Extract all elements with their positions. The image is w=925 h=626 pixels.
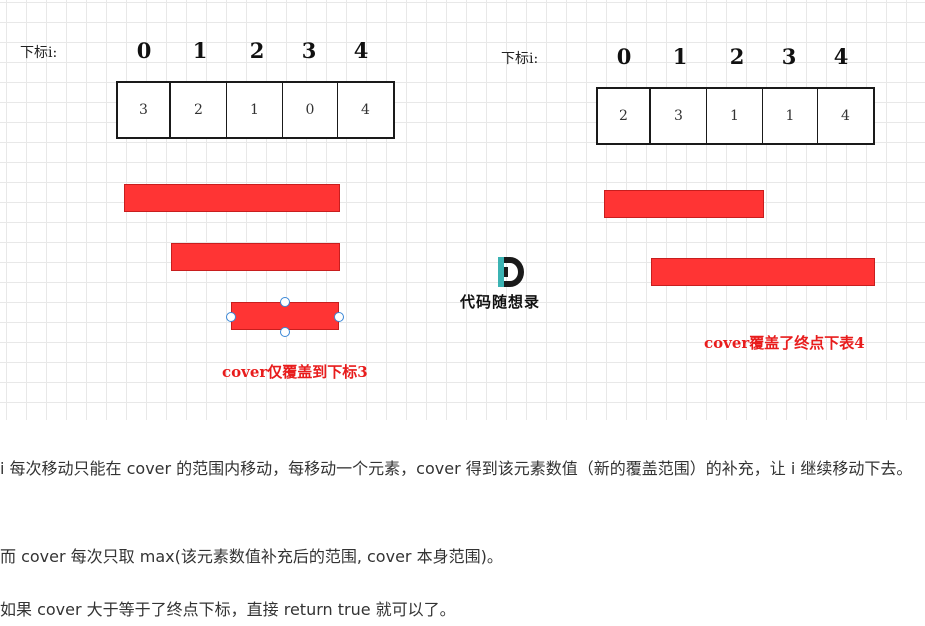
right-index-4: 4 xyxy=(833,44,849,69)
right-array-cell-0: 2 xyxy=(596,87,651,145)
left-array-cell-4: 4 xyxy=(338,81,395,139)
right-array-cell-2: 1 xyxy=(707,87,764,145)
explanation-paragraph-2: 而 cover 每次只取 max(该元素数值补充后的范围, cover 本身范围… xyxy=(0,547,503,566)
left-array-cell-0: 3 xyxy=(116,81,171,139)
logo-text: 代码随想录 xyxy=(460,293,541,311)
left-index-2: 2 xyxy=(249,38,265,63)
left-cover-bar-2 xyxy=(171,243,340,271)
resize-handle-bottom[interactable] xyxy=(280,327,290,337)
logo-d-icon xyxy=(498,257,524,287)
explanation-paragraph-1: i 每次移动只能在 cover 的范围内移动，每移动一个元素，cover 得到该… xyxy=(0,459,913,478)
right-caption: cover覆盖了终点下表4 xyxy=(704,334,865,352)
left-array-cell-3: 0 xyxy=(283,81,339,139)
resize-handle-right[interactable] xyxy=(334,312,344,322)
right-array-cell-1: 3 xyxy=(651,87,708,145)
left-index-3: 3 xyxy=(301,38,317,63)
site-logo: 代码随想录 xyxy=(460,255,570,315)
diagram-canvas: 下标i: 0 1 2 3 4 3 2 1 0 4 cover仅覆盖到下标3 下标… xyxy=(0,0,925,420)
explanation-paragraph-3: 如果 cover 大于等于了终点下标，直接 return true 就可以了。 xyxy=(0,600,456,619)
right-cover-bar-1 xyxy=(604,190,764,218)
right-index-3: 3 xyxy=(781,44,797,69)
right-array-cell-3: 1 xyxy=(763,87,819,145)
right-cover-bar-2 xyxy=(651,258,875,286)
left-index-1: 1 xyxy=(192,38,208,63)
right-index-1: 1 xyxy=(672,44,688,69)
left-cover-bar-1 xyxy=(124,184,340,212)
resize-handle-left[interactable] xyxy=(226,312,236,322)
left-caption: cover仅覆盖到下标3 xyxy=(222,363,368,381)
right-array-cell-4: 4 xyxy=(818,87,875,145)
left-array-cell-1: 2 xyxy=(171,81,228,139)
left-index-4: 4 xyxy=(353,38,369,63)
right-index-0: 0 xyxy=(616,44,632,69)
left-index-label: 下标i: xyxy=(20,45,58,61)
left-index-0: 0 xyxy=(136,38,152,63)
resize-handle-top[interactable] xyxy=(280,297,290,307)
left-array-cell-2: 1 xyxy=(227,81,284,139)
right-index-label: 下标i: xyxy=(501,51,539,67)
right-index-2: 2 xyxy=(729,44,745,69)
